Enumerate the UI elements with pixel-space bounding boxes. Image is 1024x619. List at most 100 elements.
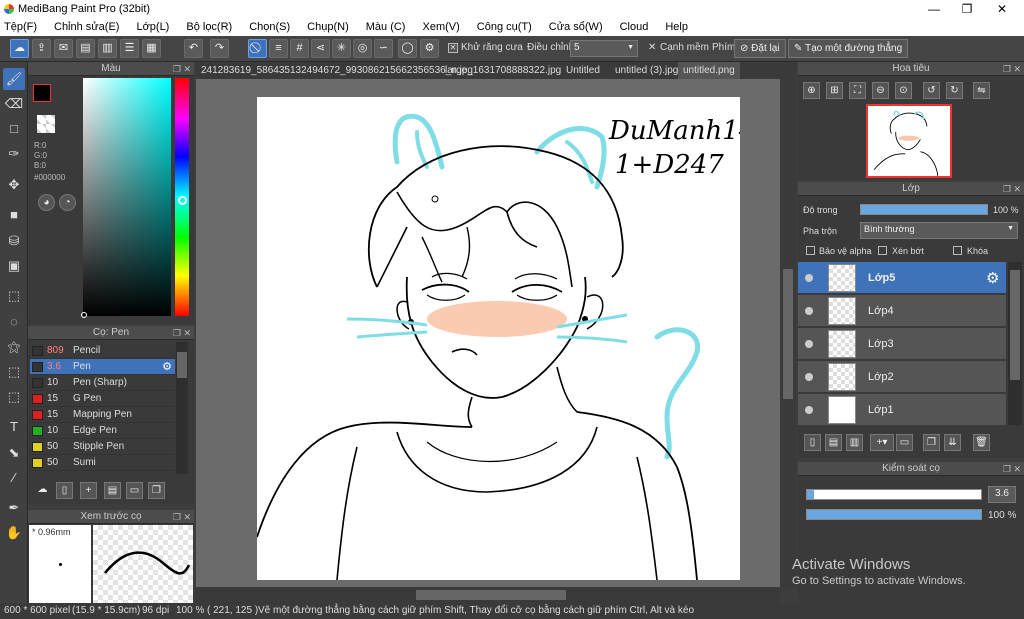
tab-image-1[interactable]: 241283619_586435132494672_99308621566235… [196, 62, 478, 79]
canvas-area[interactable]: DuManh14 1+D247 [196, 79, 780, 587]
brush-opacity-slider[interactable] [806, 509, 982, 520]
duplicate-brush-icon[interactable]: ❐ [148, 482, 165, 499]
eyedropper-tool-icon[interactable]: ✒ [3, 497, 25, 519]
bucket-tool-icon[interactable]: ⛁ [3, 230, 25, 252]
clipping-checkbox[interactable] [878, 246, 887, 255]
add-brush-icon[interactable]: + [80, 482, 97, 499]
close-button[interactable]: ✕ [985, 0, 1019, 18]
perspective-snap-icon[interactable]: ⋖ [311, 39, 330, 58]
panel-controls-icon[interactable]: ❐ ✕ [173, 326, 191, 340]
visibility-eye-icon[interactable] [805, 406, 813, 414]
brush-item[interactable]: 50 Sumi [30, 455, 175, 471]
hue-cursor[interactable] [178, 196, 187, 205]
tab-image-2[interactable]: large_1631708888322.jpg [440, 62, 566, 79]
merge-layer-icon[interactable]: ⇊ [944, 434, 961, 451]
scroll-thumb[interactable] [1010, 270, 1020, 380]
grid-icon[interactable]: ▦ [142, 39, 161, 58]
menu-color[interactable]: Màu (C) [366, 21, 406, 33]
visibility-eye-icon[interactable] [805, 340, 813, 348]
blend-mode-select[interactable]: Bình thường ▼ [860, 222, 1018, 239]
brush-item[interactable]: 15 Mapping Pen [30, 407, 175, 423]
select-eraser-tool-icon[interactable]: ⬚ [3, 386, 25, 408]
tab-untitled-3[interactable]: untitled (3).jpg [610, 62, 683, 79]
list-icon[interactable]: ☰ [120, 39, 139, 58]
radial-snap-icon[interactable]: ✳ [332, 39, 351, 58]
divide-tool-icon[interactable]: ⁄ [3, 467, 25, 489]
reset-button[interactable]: ⊘ Đặt lại [734, 39, 786, 58]
fill-rect-tool-icon[interactable]: ■ [3, 204, 25, 226]
scroll-thumb[interactable] [177, 352, 187, 378]
undo-icon[interactable]: ↶ [184, 39, 203, 58]
edit-brush-icon[interactable]: ▤ [104, 482, 121, 499]
actual-size-icon[interactable]: ⊙ [895, 82, 912, 99]
layer-row-3[interactable]: Lớp3 [798, 328, 1006, 360]
brush-settings-gear-icon[interactable]: ⚙ [162, 360, 172, 373]
redo-icon[interactable]: ↷ [210, 39, 229, 58]
layer-row-4[interactable]: Lớp4 [798, 295, 1006, 327]
tab-untitled[interactable]: Untitled [561, 62, 605, 79]
palette-add-icon[interactable]: ◔ [59, 194, 76, 211]
sv-cursor[interactable] [81, 312, 87, 318]
new-folder-icon[interactable]: ▭ [896, 434, 913, 451]
grid-snap-icon[interactable]: # [290, 39, 309, 58]
rotate-left-icon[interactable]: ↺ [923, 82, 940, 99]
brush-item[interactable]: 15 G Pen [30, 391, 175, 407]
layer-row-2[interactable]: Lớp2 [798, 361, 1006, 393]
layer-list-scrollbar[interactable] [1008, 262, 1022, 425]
cloud-brush-icon[interactable]: ☁ [34, 482, 51, 499]
palette-icon[interactable]: ◕ [38, 194, 55, 211]
brush-tool-icon[interactable]: 🖌 [3, 68, 25, 90]
menu-filter[interactable]: Bộ lọc(R) [186, 21, 232, 33]
brush-item[interactable]: 50 Stipple Pen [30, 439, 175, 455]
brush-item[interactable]: 809 Pencil [30, 343, 175, 359]
menu-file[interactable]: Tệp(F) [4, 21, 37, 33]
add-layer-menu-icon[interactable]: +▾ [870, 434, 894, 451]
menu-tools[interactable]: Công cụ(T) [477, 21, 532, 33]
zoom-fit-icon[interactable]: ⊞ [826, 82, 843, 99]
soft-edge-checkbox[interactable]: ✕ [648, 42, 656, 53]
cloud-icon[interactable]: ☁ [10, 39, 29, 58]
curve-snap-icon[interactable]: ∽ [374, 39, 393, 58]
circle-snap-icon[interactable]: ◯ [398, 39, 417, 58]
folder-brush-icon[interactable]: ▭ [126, 482, 143, 499]
vscroll-thumb[interactable] [783, 269, 793, 399]
document-icon[interactable]: ▥ [98, 39, 117, 58]
new-layer-icon[interactable]: ▯ [804, 434, 821, 451]
protect-alpha-checkbox[interactable] [806, 246, 815, 255]
magic-wand-tool-icon[interactable]: ⚝ [3, 336, 25, 358]
parallel-snap-icon[interactable]: ≡ [269, 39, 288, 58]
page-icon[interactable]: ▤ [76, 39, 95, 58]
panel-controls-icon[interactable]: ❐ ✕ [1003, 62, 1021, 76]
panel-controls-icon[interactable]: ❐ ✕ [173, 510, 191, 524]
canvas-vertical-scrollbar[interactable] [780, 79, 796, 587]
upload-icon[interactable]: ⇪ [32, 39, 51, 58]
zoom-out-icon[interactable]: ⊖ [872, 82, 889, 99]
new-brush-icon[interactable]: ▯ [56, 482, 73, 499]
minimize-button[interactable]: — [917, 0, 951, 18]
layer-settings-gear-icon[interactable]: ⚙ [986, 269, 999, 287]
panel-controls-icon[interactable]: ❐ ✕ [1003, 182, 1021, 196]
menu-view[interactable]: Xem(V) [422, 21, 459, 33]
lasso-tool-icon[interactable]: ◌ [3, 311, 25, 333]
panel-controls-icon[interactable]: ❐ ✕ [173, 62, 191, 76]
move-tool-icon[interactable]: ✥ [3, 174, 25, 196]
duplicate-layer-icon[interactable]: ❐ [923, 434, 940, 451]
rotate-right-icon[interactable]: ↻ [946, 82, 963, 99]
layer-row-5[interactable]: Lớp5 ⚙ [798, 262, 1006, 294]
menu-select[interactable]: Chọn(S) [249, 21, 290, 33]
layer-row-1[interactable]: Lớp1 [798, 394, 1006, 426]
no-snap-icon[interactable]: ⃠ [248, 39, 267, 58]
rectangle-tool-icon[interactable]: □ [3, 118, 25, 140]
correction-select[interactable]: 5 ▼ [570, 40, 638, 57]
tab-untitled-png[interactable]: untitled.png [678, 62, 740, 79]
brush-item[interactable]: 10 Pen (Sharp) [30, 375, 175, 391]
zoom-in-icon[interactable]: ⊕ [803, 82, 820, 99]
hscroll-thumb[interactable] [416, 590, 566, 600]
gradient-tool-icon[interactable]: ▣ [3, 255, 25, 277]
menu-layer[interactable]: Lớp(L) [136, 21, 169, 33]
menu-cloud[interactable]: Cloud [620, 21, 649, 33]
fit-window-icon[interactable]: ⛶ [849, 82, 866, 99]
brush-list-scrollbar[interactable] [176, 342, 188, 474]
saturation-value-picker[interactable] [83, 78, 171, 316]
navigator-thumbnail[interactable] [866, 104, 952, 178]
